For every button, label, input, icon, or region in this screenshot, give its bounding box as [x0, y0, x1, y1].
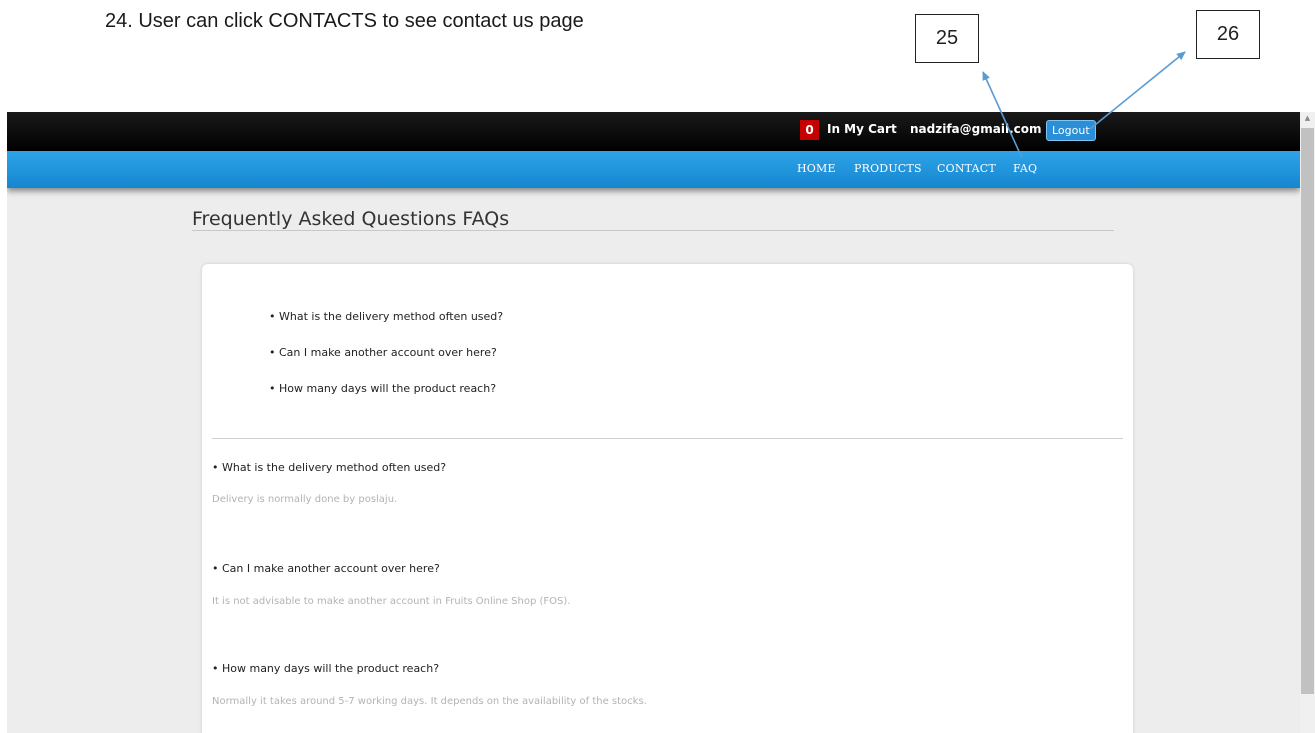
nav-home[interactable]: HOME: [797, 162, 836, 175]
faq-question: • Can I make another account over here?: [212, 562, 440, 575]
nav-faq[interactable]: FAQ: [1013, 162, 1037, 175]
cart-link[interactable]: In My Cart: [827, 122, 897, 136]
cart-count-badge[interactable]: 0: [800, 120, 819, 140]
faq-answer: Delivery is normally done by poslaju.: [212, 494, 398, 505]
logout-button[interactable]: Logout: [1046, 120, 1096, 141]
faq-answer: It is not advisable to make another acco…: [212, 596, 571, 607]
scroll-up-arrow-icon[interactable]: ▲: [1300, 114, 1315, 124]
callout-box-25: 25: [915, 14, 979, 63]
faq-toc-link[interactable]: • Can I make another account over here?: [269, 346, 497, 359]
faq-toc-link[interactable]: • What is the delivery method often used…: [269, 310, 503, 323]
callout-box-26: 26: [1196, 10, 1260, 59]
page-title: Frequently Asked Questions FAQs: [192, 208, 510, 230]
document-caption: 24. User can click CONTACTS to see conta…: [105, 10, 584, 32]
faq-question: • How many days will the product reach?: [212, 662, 440, 675]
faq-question: • What is the delivery method often used…: [212, 461, 447, 474]
faq-toc-link[interactable]: • How many days will the product reach?: [269, 382, 496, 395]
faq-card: • What is the delivery method often used…: [202, 264, 1133, 733]
main-navbar: HOME PRODUCTS CONTACT FAQ: [7, 151, 1300, 188]
scrollbar-thumb[interactable]: [1301, 128, 1314, 694]
top-bar: 0 In My Cart nadzifa@gmail.com Logout: [7, 112, 1300, 151]
page-scrollbar[interactable]: ▲: [1300, 112, 1315, 733]
faq-answer: Normally it takes around 5-7 working day…: [212, 696, 647, 707]
nav-products[interactable]: PRODUCTS: [854, 162, 922, 175]
browser-screenshot: 0 In My Cart nadzifa@gmail.com Logout HO…: [7, 112, 1300, 733]
faq-divider: [212, 438, 1123, 439]
user-email: nadzifa@gmail.com: [910, 122, 1042, 136]
title-divider: [192, 230, 1114, 231]
nav-contact[interactable]: CONTACT: [937, 162, 996, 175]
